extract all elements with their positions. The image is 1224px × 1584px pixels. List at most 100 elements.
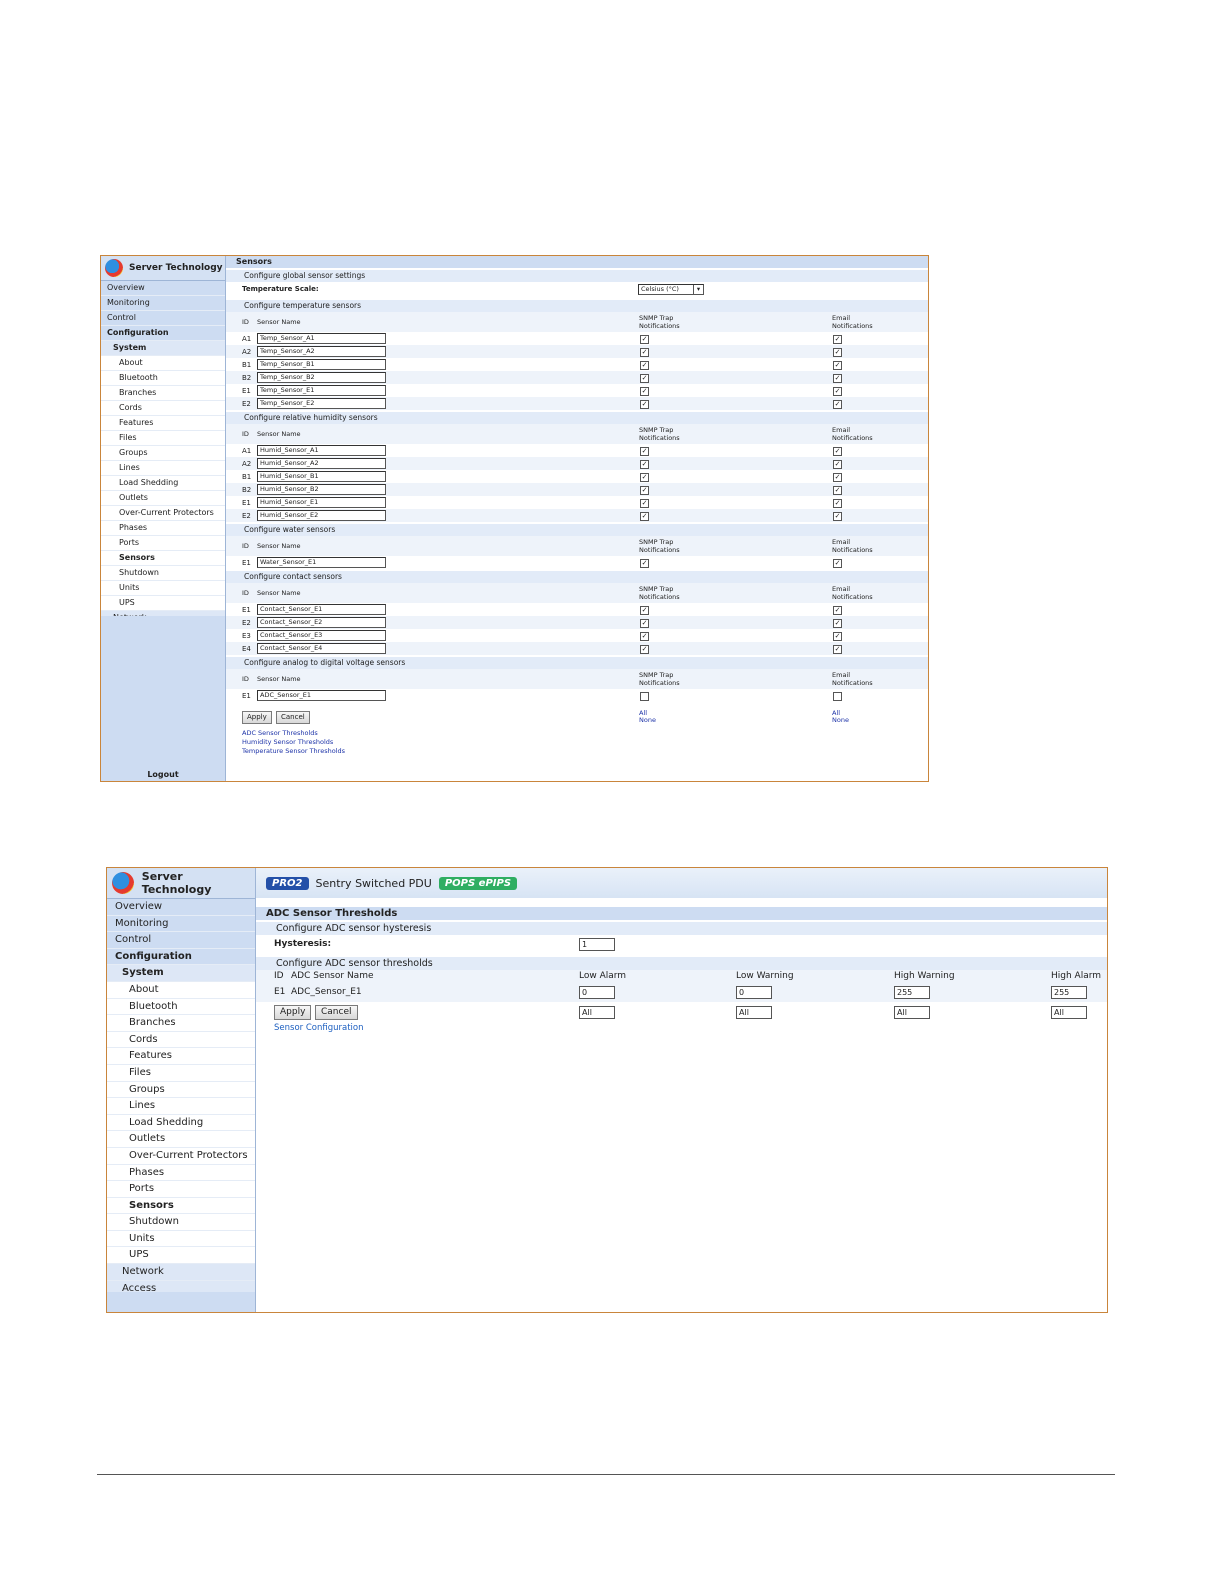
snmp-checkbox[interactable]: ✓	[640, 387, 649, 396]
sidebar-item-control[interactable]: Control	[107, 932, 255, 949]
email-checkbox[interactable]: ✓	[833, 632, 842, 641]
snmp-checkbox[interactable]: ✓	[640, 606, 649, 615]
snmp-checkbox[interactable]: ✓	[640, 473, 649, 482]
high-alarm-input[interactable]: 255	[1051, 986, 1087, 999]
snmp-checkbox[interactable]: ✓	[640, 559, 649, 568]
snmp-none-link[interactable]: None	[639, 716, 656, 724]
sensor-name-input[interactable]: Contact_Sensor_E3	[257, 630, 386, 641]
low-warning-all-input[interactable]: All	[736, 1006, 772, 1019]
sensor-name-input[interactable]: ADC_Sensor_E1	[257, 690, 386, 701]
email-checkbox[interactable]: ✓	[833, 486, 842, 495]
sidebar-item-branches[interactable]: Branches	[107, 1015, 255, 1032]
sidebar-item-configuration[interactable]: Configuration	[107, 948, 255, 966]
email-checkbox[interactable]: ✓	[833, 619, 842, 628]
email-checkbox[interactable]: ✓	[833, 447, 842, 456]
sidebar-item-sensors[interactable]: Sensors	[101, 551, 225, 566]
sensor-name-input[interactable]: Contact_Sensor_E4	[257, 643, 386, 654]
sensor-name-input[interactable]: Temp_Sensor_A1	[257, 333, 386, 344]
low-alarm-input[interactable]: 0	[579, 986, 615, 999]
snmp-checkbox[interactable]: ✓	[640, 374, 649, 383]
sensor-name-input[interactable]: Contact_Sensor_E2	[257, 617, 386, 628]
sidebar-item-branches[interactable]: Branches	[101, 386, 225, 401]
sidebar-item-load-shedding[interactable]: Load Shedding	[107, 1114, 255, 1132]
sensor-name-input[interactable]: Humid_Sensor_B1	[257, 471, 386, 482]
sidebar-item-units[interactable]: Units	[107, 1230, 255, 1248]
snmp-checkbox[interactable]: ✓	[640, 400, 649, 409]
cancel-button[interactable]: Cancel	[315, 1005, 358, 1020]
snmp-checkbox[interactable]: ✓	[640, 645, 649, 654]
high-warning-all-input[interactable]: All	[894, 1006, 930, 1019]
sensor-name-input[interactable]: Humid_Sensor_E2	[257, 510, 386, 521]
email-checkbox[interactable]: ✓	[833, 348, 842, 357]
sidebar-item-ups[interactable]: UPS	[107, 1247, 255, 1265]
sidebar-item-outlets[interactable]: Outlets	[107, 1131, 255, 1148]
sensor-name-input[interactable]: Temp_Sensor_E1	[257, 385, 386, 396]
sidebar-item-lines[interactable]: Lines	[107, 1098, 255, 1115]
email-none-link[interactable]: None	[832, 716, 849, 724]
sensor-name-input[interactable]: Humid_Sensor_E1	[257, 497, 386, 508]
sensor-name-input[interactable]: Temp_Sensor_B2	[257, 372, 386, 383]
sidebar-item-files[interactable]: Files	[107, 1064, 255, 1082]
snmp-checkbox[interactable]: ✓	[640, 486, 649, 495]
humidity-thresholds-link[interactable]: Humidity Sensor Thresholds	[242, 738, 928, 747]
sensor-name-input[interactable]: Temp_Sensor_A2	[257, 346, 386, 357]
sidebar-item-configuration[interactable]: Configuration	[101, 326, 225, 341]
sidebar-item-over-current-protectors[interactable]: Over-Current Protectors	[101, 506, 225, 521]
snmp-checkbox[interactable]: ✓	[640, 499, 649, 508]
hysteresis-input[interactable]: 1	[579, 938, 615, 951]
sidebar-item-over-current-protectors[interactable]: Over-Current Protectors	[107, 1147, 255, 1165]
sidebar-item-load-shedding[interactable]: Load Shedding	[101, 476, 225, 491]
snmp-checkbox[interactable]: ✓	[640, 512, 649, 521]
sidebar-item-groups[interactable]: Groups	[101, 446, 225, 461]
sensor-name-input[interactable]: Humid_Sensor_A1	[257, 445, 386, 456]
email-checkbox[interactable]: ✓	[833, 460, 842, 469]
sidebar-item-features[interactable]: Features	[107, 1048, 255, 1065]
sensor-name-input[interactable]: Humid_Sensor_B2	[257, 484, 386, 495]
sidebar-item-network[interactable]: Network	[107, 1264, 255, 1281]
sidebar-item-control[interactable]: Control	[101, 311, 225, 326]
sidebar-item-overview[interactable]: Overview	[107, 899, 255, 916]
sidebar-item-lines[interactable]: Lines	[101, 461, 225, 476]
sidebar-item-about[interactable]: About	[101, 356, 225, 371]
snmp-checkbox[interactable]	[640, 692, 649, 701]
temperature-thresholds-link[interactable]: Temperature Sensor Thresholds	[242, 747, 928, 756]
low-alarm-all-input[interactable]: All	[579, 1006, 615, 1019]
sensor-name-input[interactable]: Humid_Sensor_A2	[257, 458, 386, 469]
email-checkbox[interactable]: ✓	[833, 559, 842, 568]
sensor-configuration-link[interactable]: Sensor Configuration	[256, 1023, 1107, 1033]
sidebar-item-ups[interactable]: UPS	[101, 596, 225, 611]
email-checkbox[interactable]: ✓	[833, 606, 842, 615]
sensor-name-input[interactable]: Contact_Sensor_E1	[257, 604, 386, 615]
low-warning-input[interactable]: 0	[736, 986, 772, 999]
sidebar-item-overview[interactable]: Overview	[101, 281, 225, 296]
snmp-checkbox[interactable]: ✓	[640, 619, 649, 628]
sensor-name-input[interactable]: Temp_Sensor_E2	[257, 398, 386, 409]
email-checkbox[interactable]: ✓	[833, 361, 842, 370]
snmp-checkbox[interactable]: ✓	[640, 447, 649, 456]
sidebar-item-phases[interactable]: Phases	[101, 521, 225, 536]
snmp-checkbox[interactable]: ✓	[640, 361, 649, 370]
snmp-checkbox[interactable]: ✓	[640, 460, 649, 469]
sidebar-item-shutdown[interactable]: Shutdown	[107, 1214, 255, 1231]
high-warning-input[interactable]: 255	[894, 986, 930, 999]
sensor-name-input[interactable]: Water_Sensor_E1	[257, 557, 386, 568]
email-checkbox[interactable]: ✓	[833, 400, 842, 409]
email-checkbox[interactable]: ✓	[833, 499, 842, 508]
logout-link[interactable]: Logout	[101, 770, 225, 779]
sidebar-item-features[interactable]: Features	[101, 416, 225, 431]
snmp-checkbox[interactable]: ✓	[640, 335, 649, 344]
high-alarm-all-input[interactable]: All	[1051, 1006, 1087, 1019]
sidebar-item-ports[interactable]: Ports	[107, 1181, 255, 1198]
sidebar-item-shutdown[interactable]: Shutdown	[101, 566, 225, 581]
apply-button[interactable]: Apply	[274, 1005, 312, 1020]
sidebar-item-groups[interactable]: Groups	[107, 1081, 255, 1099]
sidebar-item-about[interactable]: About	[107, 981, 255, 999]
temperature-scale-select[interactable]: Celsius (°C) ▾	[638, 284, 704, 295]
email-checkbox[interactable]: ✓	[833, 645, 842, 654]
email-checkbox[interactable]: ✓	[833, 374, 842, 383]
email-checkbox[interactable]: ✓	[833, 387, 842, 396]
sidebar-item-bluetooth[interactable]: Bluetooth	[101, 371, 225, 386]
sidebar-item-sensors[interactable]: Sensors	[107, 1197, 255, 1215]
sidebar-item-system[interactable]: System	[101, 341, 225, 356]
sidebar-item-phases[interactable]: Phases	[107, 1164, 255, 1182]
